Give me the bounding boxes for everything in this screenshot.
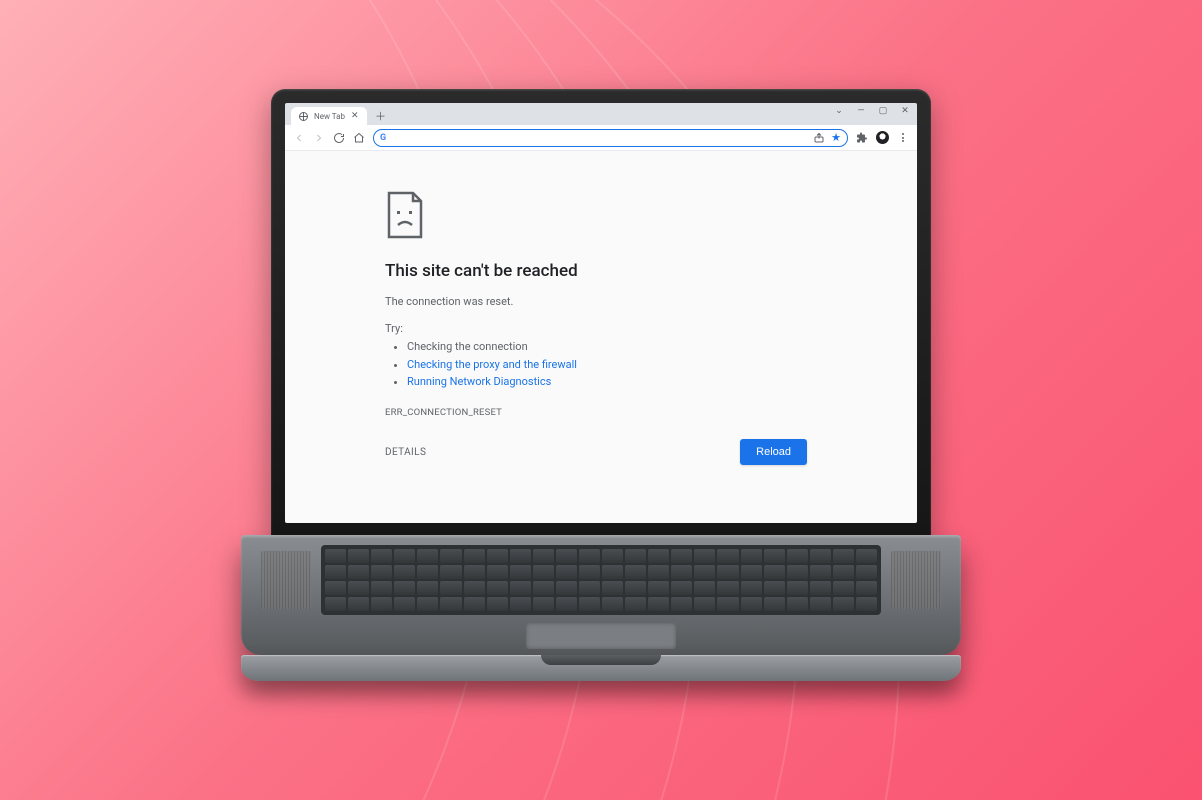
reload-button[interactable]: Reload — [740, 439, 807, 465]
bookmark-star-icon[interactable]: ★ — [831, 131, 841, 144]
details-button[interactable]: DETAILS — [385, 447, 426, 458]
suggestion-run-diagnostics-link[interactable]: Running Network Diagnostics — [407, 375, 551, 388]
profile-avatar-icon[interactable] — [876, 131, 889, 144]
tab-title: New Tab — [314, 112, 345, 121]
window-dropdown-icon[interactable]: ⌄ — [833, 106, 845, 116]
laptop-keyboard — [321, 545, 881, 615]
tab-strip: New Tab ✕ ＋ ⌄ — ▢ ✕ — [285, 103, 917, 125]
try-label: Try: — [385, 322, 917, 335]
forward-icon[interactable] — [313, 132, 325, 144]
close-tab-icon[interactable]: ✕ — [351, 111, 359, 121]
maximize-icon[interactable]: ▢ — [877, 106, 889, 116]
laptop-trackpad — [526, 623, 676, 649]
share-icon[interactable] — [813, 132, 825, 144]
suggestion-check-connection: Checking the connection — [407, 338, 917, 356]
reload-icon[interactable] — [333, 132, 345, 144]
error-title: This site can't be reached — [385, 261, 917, 281]
browser-window: New Tab ✕ ＋ ⌄ — ▢ ✕ — [285, 103, 917, 523]
window-controls: ⌄ — ▢ ✕ — [833, 106, 911, 116]
error-subtitle: The connection was reset. — [385, 295, 917, 308]
kebab-menu-icon[interactable] — [897, 132, 909, 144]
google-icon: G — [380, 133, 386, 143]
laptop-base — [241, 655, 961, 681]
suggestion-check-proxy-link[interactable]: Checking the proxy and the firewall — [407, 358, 577, 371]
address-bar[interactable]: G ★ — [373, 129, 848, 147]
laptop-lid: New Tab ✕ ＋ ⌄ — ▢ ✕ — [271, 89, 931, 541]
error-actions: DETAILS Reload — [385, 439, 807, 465]
sad-file-icon — [385, 191, 425, 239]
home-icon[interactable] — [353, 132, 365, 144]
suggestion-list: Checking the connection Checking the pro… — [385, 338, 917, 391]
laptop-deck — [241, 535, 961, 655]
error-page: This site can't be reached The connectio… — [285, 151, 917, 523]
extensions-icon[interactable] — [856, 132, 868, 144]
browser-tab[interactable]: New Tab ✕ — [291, 107, 367, 125]
back-icon[interactable] — [293, 132, 305, 144]
error-code: ERR_CONNECTION_RESET — [385, 407, 917, 418]
browser-toolbar: G ★ — [285, 125, 917, 151]
close-window-icon[interactable]: ✕ — [899, 106, 911, 116]
globe-icon — [299, 112, 308, 121]
new-tab-button[interactable]: ＋ — [373, 108, 389, 124]
laptop-illustration: New Tab ✕ ＋ ⌄ — ▢ ✕ — [241, 89, 961, 681]
minimize-icon[interactable]: — — [855, 106, 867, 116]
url-input[interactable] — [392, 133, 807, 143]
